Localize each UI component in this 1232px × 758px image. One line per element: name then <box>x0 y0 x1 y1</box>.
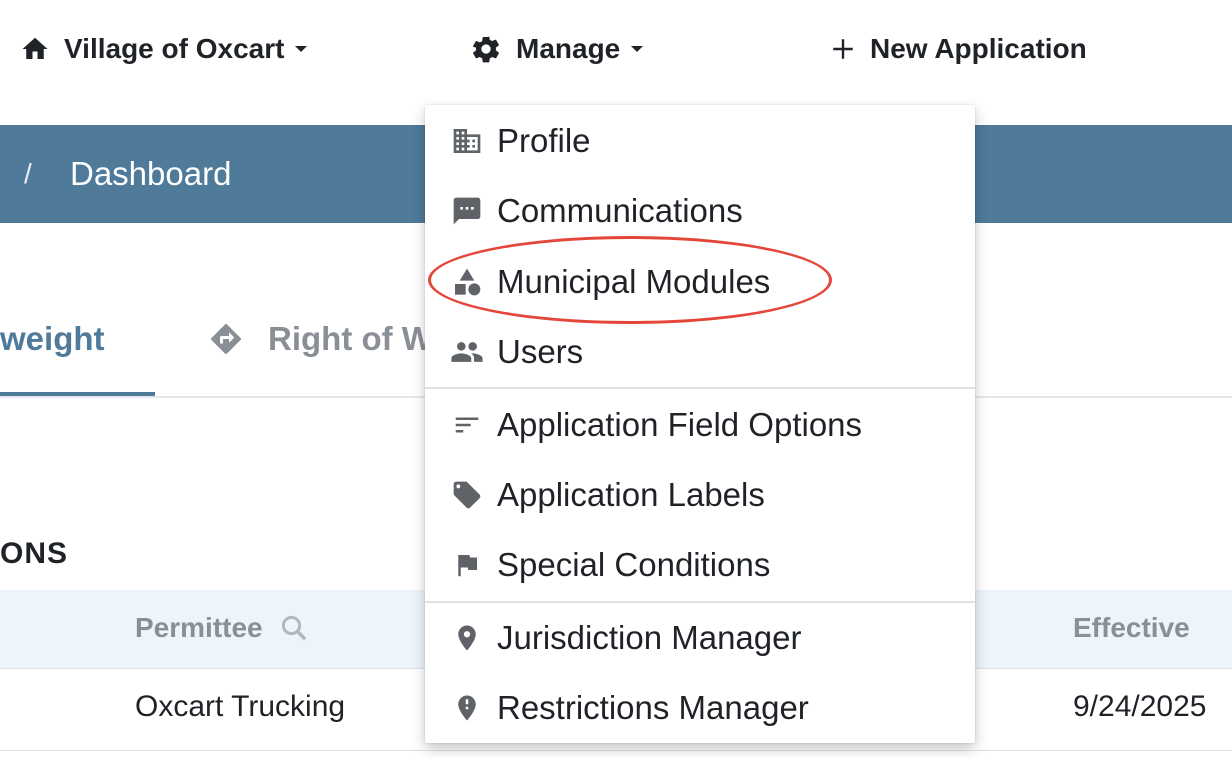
menu-item-jurisdiction-manager[interactable]: Jurisdiction Manager <box>425 608 975 668</box>
tag-icon <box>449 479 485 511</box>
menu-item-label: Special Conditions <box>497 546 771 583</box>
menu-item-label: Restrictions Manager <box>497 689 809 726</box>
plus-icon <box>833 39 853 59</box>
column-header-permittee[interactable]: Permittee <box>135 612 309 644</box>
alert-pin-icon <box>449 693 485 723</box>
menu-item-users[interactable]: Users <box>425 322 975 382</box>
menu-item-label: Jurisdiction Manager <box>497 619 802 656</box>
menu-item-label: Municipal Modules <box>497 263 771 300</box>
menu-item-restrictions-manager[interactable]: Restrictions Manager <box>425 678 975 738</box>
tab-right-of-way-label: Right of W <box>268 320 433 357</box>
map-pin-icon <box>449 623 485 653</box>
users-icon <box>449 335 485 369</box>
flag-icon <box>449 550 485 580</box>
table-row-divider <box>0 750 1232 751</box>
menu-item-label: Application Field Options <box>497 406 863 443</box>
shapes-icon <box>449 266 485 298</box>
building-icon <box>449 125 485 157</box>
menu-item-label: Communications <box>497 192 743 229</box>
directions-icon <box>211 324 241 354</box>
menu-divider <box>425 601 975 603</box>
tab-overweight[interactable]: weight <box>0 320 105 358</box>
search-icon[interactable] <box>279 613 309 643</box>
cell-permittee: Oxcart Trucking <box>135 690 346 723</box>
menu-item-municipal-modules[interactable]: Municipal Modules <box>425 252 975 312</box>
top-navigation: Village of Oxcart Manage New Application <box>0 0 1232 100</box>
org-name: Village of Oxcart <box>64 33 285 64</box>
menu-item-label: Users <box>497 333 584 370</box>
menu-item-special-conditions[interactable]: Special Conditions <box>425 535 975 595</box>
column-header-label: Permittee <box>135 612 263 643</box>
breadcrumb-separator: / <box>24 158 32 189</box>
breadcrumb-current[interactable]: Dashboard <box>70 155 231 193</box>
gear-icon <box>473 36 499 63</box>
cell-effective: 9/24/2025 <box>1073 690 1207 723</box>
menu-item-label: Application Labels <box>497 476 765 513</box>
new-application-label: New Application <box>870 33 1087 64</box>
sort-lines-icon <box>449 410 485 440</box>
section-heading: ONS <box>0 537 69 570</box>
menu-item-label: Profile <box>497 122 591 159</box>
caret-down-icon <box>295 46 308 52</box>
manage-menu-button[interactable]: Manage <box>470 28 644 70</box>
home-icon <box>22 37 48 59</box>
menu-item-communications[interactable]: Communications <box>425 181 975 241</box>
menu-item-application-field-options[interactable]: Application Field Options <box>425 395 975 455</box>
message-icon <box>449 195 485 227</box>
tab-right-of-way[interactable]: Right of W <box>208 320 433 358</box>
column-header-effective[interactable]: Effective <box>1073 612 1190 644</box>
manage-dropdown-menu: Profile Communications Municipal Modules… <box>425 105 975 743</box>
menu-item-application-labels[interactable]: Application Labels <box>425 465 975 525</box>
caret-down-icon <box>631 46 644 52</box>
new-application-button[interactable]: New Application <box>830 28 1087 70</box>
org-switcher-button[interactable]: Village of Oxcart <box>20 28 308 70</box>
column-header-label: Effective <box>1073 612 1190 643</box>
menu-item-profile[interactable]: Profile <box>425 111 975 171</box>
manage-label: Manage <box>516 33 621 64</box>
menu-divider <box>425 387 975 389</box>
